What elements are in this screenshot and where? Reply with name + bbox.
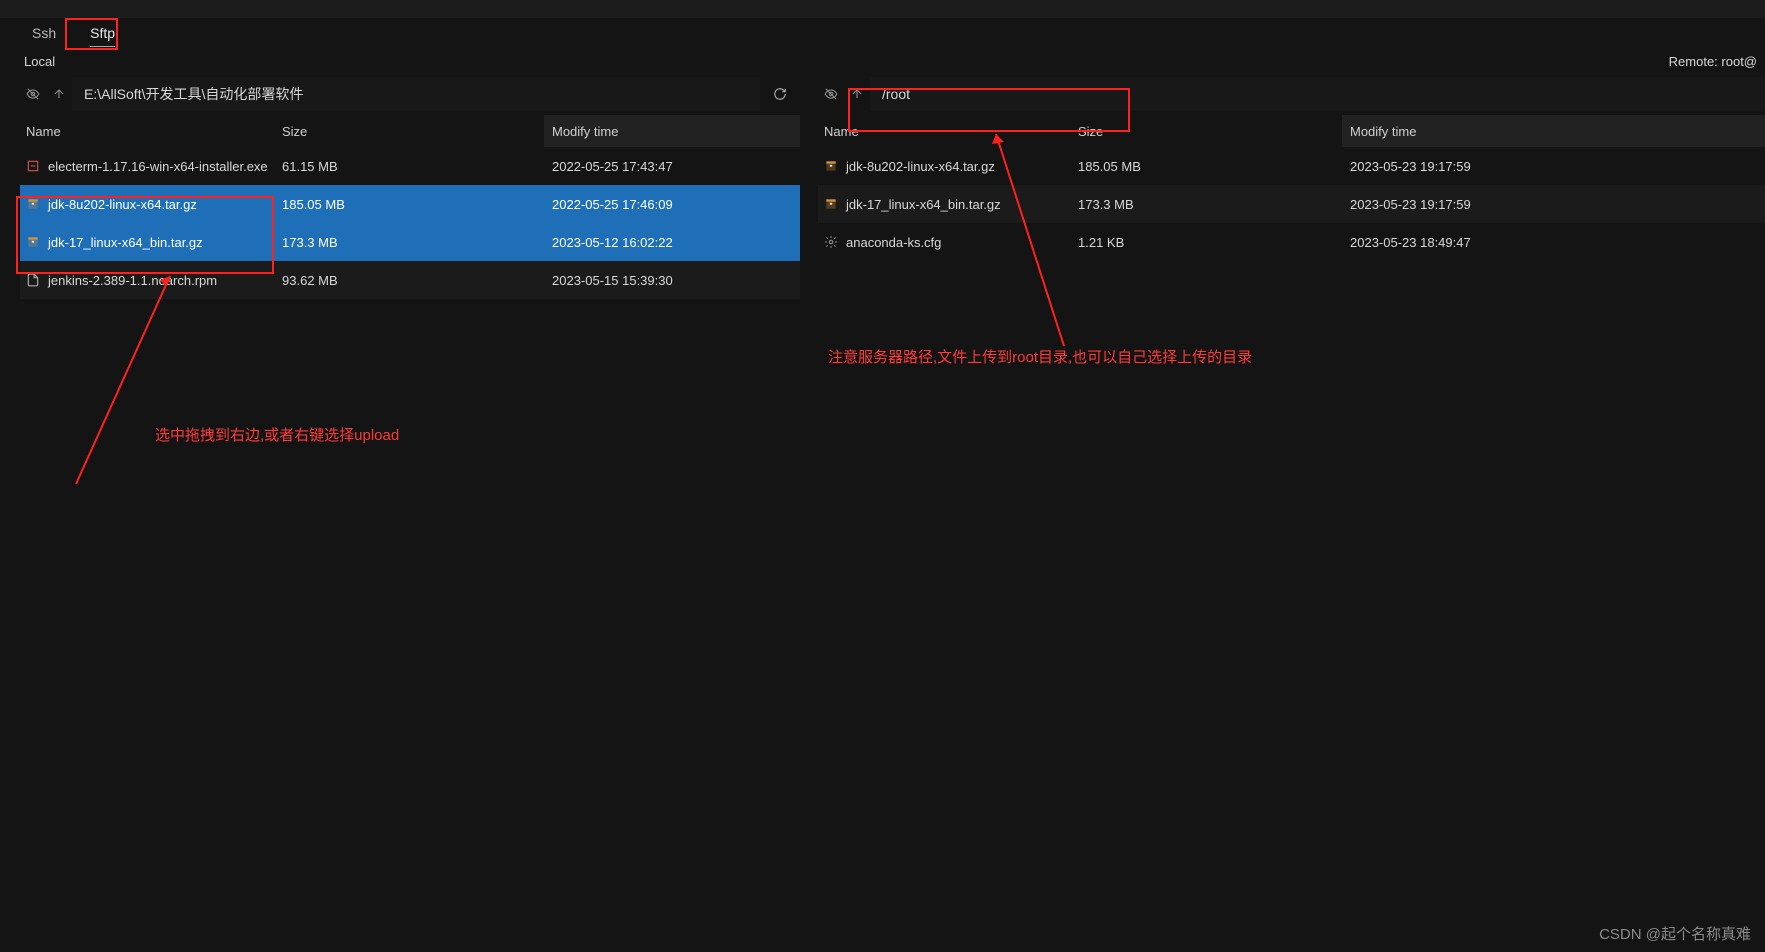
tab-sftp[interactable]: Sftp	[80, 21, 125, 45]
archive-icon	[26, 235, 40, 249]
file-time: 2023-05-12 16:02:22	[544, 235, 800, 250]
file-time: 2022-05-25 17:46:09	[544, 197, 800, 212]
remote-path-input[interactable]	[870, 77, 1765, 111]
file-size: 93.62 MB	[282, 273, 544, 288]
local-path-input[interactable]	[72, 77, 760, 111]
file-name-cell: anaconda-ks.cfg	[818, 235, 1078, 250]
archive-icon	[824, 159, 838, 173]
column-header-time[interactable]: Modify time	[1342, 115, 1765, 147]
file-name-cell: jdk-17_linux-x64_bin.tar.gz	[818, 197, 1078, 212]
annotation-arrow-left	[70, 270, 180, 490]
file-name: jdk-8u202-linux-x64.tar.gz	[48, 197, 197, 212]
local-table-header: Name Size Modify time	[20, 115, 800, 147]
file-name: anaconda-ks.cfg	[846, 235, 941, 250]
file-name: jdk-17_linux-x64_bin.tar.gz	[846, 197, 1001, 212]
file-row[interactable]: jdk-8u202-linux-x64.tar.gz 185.05 MB2022-…	[20, 185, 800, 223]
file-icon	[26, 273, 40, 287]
watermark: CSDN @起个名称真难	[1599, 923, 1751, 944]
toggle-hidden-button[interactable]	[20, 77, 46, 111]
file-size: 185.05 MB	[1078, 159, 1342, 174]
local-label: Local	[24, 54, 55, 69]
toggle-hidden-button[interactable]	[818, 77, 844, 111]
exe-icon	[26, 159, 40, 173]
file-name-cell: jdk-8u202-linux-x64.tar.gz	[818, 159, 1078, 174]
file-size: 61.15 MB	[282, 159, 544, 174]
refresh-button[interactable]	[760, 77, 800, 111]
local-pane: Name Size Modify time electerm-1.17.16-w…	[20, 77, 800, 299]
refresh-icon	[773, 87, 787, 101]
file-size: 173.3 MB	[1078, 197, 1342, 212]
window-top-bar	[0, 0, 1765, 18]
file-size: 173.3 MB	[282, 235, 544, 250]
file-row[interactable]: jdk-17_linux-x64_bin.tar.gz 173.3 MB2023-…	[20, 223, 800, 261]
eye-slash-icon	[824, 87, 838, 101]
remote-table-header: Name Size Modify time	[818, 115, 1765, 147]
annotation-text-left: 选中拖拽到右边,或者右键选择upload	[155, 424, 399, 445]
file-name-cell: jdk-8u202-linux-x64.tar.gz	[20, 197, 282, 212]
file-size: 1.21 KB	[1078, 235, 1342, 250]
file-row[interactable]: anaconda-ks.cfg 1.21 KB2023-05-23 18:49:4…	[818, 223, 1765, 261]
file-time: 2023-05-23 18:49:47	[1342, 235, 1765, 250]
file-name-cell: jenkins-2.389-1.1.noarch.rpm	[20, 273, 282, 288]
file-time: 2023-05-15 15:39:30	[544, 273, 800, 288]
file-name-cell: electerm-1.17.16-win-x64-installer.exe	[20, 159, 282, 174]
remote-path-row	[818, 77, 1765, 111]
file-name: jdk-8u202-linux-x64.tar.gz	[846, 159, 995, 174]
file-row[interactable]: jenkins-2.389-1.1.noarch.rpm 93.62 MB2023…	[20, 261, 800, 299]
column-header-size[interactable]: Size	[282, 124, 544, 139]
eye-slash-icon	[26, 87, 40, 101]
archive-icon	[824, 197, 838, 211]
file-row[interactable]: jdk-8u202-linux-x64.tar.gz 185.05 MB2023-…	[818, 147, 1765, 185]
remote-pane: Name Size Modify time jdk-8u202-linux-x6…	[818, 77, 1765, 299]
up-directory-button[interactable]	[844, 77, 870, 111]
file-row[interactable]: electerm-1.17.16-win-x64-installer.exe 61…	[20, 147, 800, 185]
column-header-name[interactable]: Name	[818, 124, 1078, 139]
arrow-up-icon	[850, 87, 864, 101]
file-name: jenkins-2.389-1.1.noarch.rpm	[48, 273, 217, 288]
annotation-text-right: 注意服务器路径,文件上传到root目录,也可以自己选择上传的目录	[828, 346, 1252, 367]
file-name: electerm-1.17.16-win-x64-installer.exe	[48, 159, 268, 174]
column-header-name[interactable]: Name	[20, 124, 282, 139]
pane-labels: Local Remote: root@	[0, 48, 1765, 77]
tab-ssh[interactable]: Ssh	[22, 21, 66, 45]
remote-label: Remote: root@	[1669, 54, 1757, 69]
cfg-icon	[824, 235, 838, 249]
local-path-row	[20, 77, 800, 111]
file-time: 2022-05-25 17:43:47	[544, 159, 800, 174]
column-header-time[interactable]: Modify time	[544, 115, 800, 147]
column-header-size[interactable]: Size	[1078, 124, 1342, 139]
arrow-up-icon	[52, 87, 66, 101]
tab-bar: Ssh Sftp	[0, 18, 1765, 48]
file-row[interactable]: jdk-17_linux-x64_bin.tar.gz 173.3 MB2023-…	[818, 185, 1765, 223]
remote-file-list: jdk-8u202-linux-x64.tar.gz185.05 MB2023-…	[818, 147, 1765, 261]
local-file-list: electerm-1.17.16-win-x64-installer.exe 61…	[20, 147, 800, 299]
file-name: jdk-17_linux-x64_bin.tar.gz	[48, 235, 203, 250]
file-name-cell: jdk-17_linux-x64_bin.tar.gz	[20, 235, 282, 250]
up-directory-button[interactable]	[46, 77, 72, 111]
file-size: 185.05 MB	[282, 197, 544, 212]
file-time: 2023-05-23 19:17:59	[1342, 159, 1765, 174]
file-time: 2023-05-23 19:17:59	[1342, 197, 1765, 212]
archive-icon	[26, 197, 40, 211]
